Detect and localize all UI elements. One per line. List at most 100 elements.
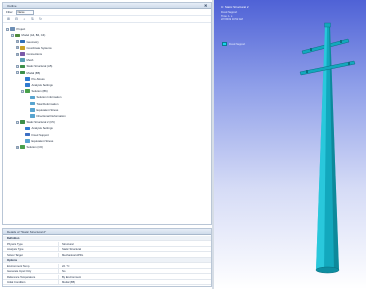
details-value[interactable]: Modal (B5) [59,280,75,284]
expand-icon[interactable]: + [16,145,19,149]
expand-all-icon[interactable]: ⊞ [6,17,11,22]
sort-icon[interactable]: ⇅ [30,17,35,22]
tree-node-label: Analysis Settings [31,83,53,88]
res-icon [30,108,35,112]
details-key: Reference Temperature [3,274,59,279]
collapse-all-icon[interactable]: ⊟ [14,17,19,22]
details-row[interactable]: Solver Target Mechanical APDL [3,252,211,258]
details-row[interactable]: Reference Temperature By Environment [3,274,211,280]
collapse-icon[interactable]: − [16,71,19,75]
graphics-viewport[interactable]: C: Static Structural 2 Fixed Support Tim… [214,0,366,289]
details-key: Options [7,259,18,262]
tree-node-label: Modal (B5) [26,70,41,75]
tree-node[interactable]: Mesh [16,58,33,63]
tree-node[interactable]: Total Deformation [26,101,58,106]
outline-tree: − Project − Model (A4, B4, C4) + Geometry + Coo… [3,25,211,200]
details-key: Definition [7,237,20,240]
close-pane-icon[interactable]: ✖ [204,4,208,8]
tree-node-label: Fixed Support [31,132,49,137]
details-value[interactable]: Static Structural [59,247,81,251]
tree-node[interactable]: − Project [6,27,25,32]
tree-node[interactable]: Fixed Support [21,132,49,137]
details-key: Generate Input Only [3,269,59,273]
refresh-icon[interactable]: ↻ [38,17,43,22]
search-icon[interactable]: ⌕ [22,17,27,22]
tree-node[interactable]: Analysis Settings [21,126,53,131]
details-value[interactable]: Mechanical APDL [59,253,83,257]
details-row[interactable]: Initial Condition Modal (B5) [3,280,211,285]
details-key: Analysis Type [3,247,59,251]
tree-node-label: Pre-Stress [31,76,45,81]
expand-icon[interactable]: + [16,52,19,56]
tree-node-label: Mesh [26,58,34,63]
pole-base [315,266,340,274]
analysis-icon [20,120,25,125]
tree-node-label: Static Structural 2 (C5) [26,120,55,125]
tree-node[interactable]: − Model (A4, B4, C4) [11,33,45,38]
tree-node-label: Analysis Settings [31,126,53,131]
model-icon [15,33,20,38]
details-key: Initial Condition [3,280,59,284]
tree-node-label: Model (A4, B4, C4) [21,33,46,38]
tree-node[interactable]: + Coordinate Systems [16,46,52,51]
details-row[interactable]: Physics Type Structural [3,241,211,247]
expand-icon[interactable]: + [16,40,19,44]
expand-icon[interactable]: + [16,46,19,50]
pole-top-cap [324,22,331,28]
tree-node[interactable]: + Geometry [16,39,39,44]
collapse-icon[interactable]: − [6,27,9,31]
upper-arm-insulator [310,48,312,51]
tree-node[interactable]: Analysis Settings [21,83,53,88]
collapse-icon[interactable]: − [11,33,14,37]
tree-node-label: Project [16,27,26,32]
tree-node[interactable]: − Solution (B6) [21,89,48,94]
details-section-header[interactable]: Definition [3,236,211,241]
tree-node[interactable]: Equivalent Stress [26,108,58,113]
conn-icon [20,52,25,56]
collapse-icon[interactable]: − [21,89,24,93]
tree-node-label: Connections [26,52,43,57]
details-row[interactable]: Environment Temp. 22. °C [3,263,211,269]
details-value[interactable]: By Environment [59,275,81,279]
outline-title-bar: Outline ✖ [3,3,211,9]
tree-node[interactable]: Directional Deformation [26,114,66,119]
upper-arm-insulator [340,40,342,43]
project-icon [10,27,15,32]
details-title: Details of "Static Structural 2" [7,230,47,234]
collapse-icon[interactable]: − [16,120,19,124]
details-section-header[interactable]: Options [3,258,211,263]
details-title-bar: Details of "Static Structural 2" [3,229,211,235]
details-value[interactable]: No [59,269,65,273]
pole-model[interactable] [214,0,366,289]
tree-node[interactable]: Pre-Stress [21,77,45,82]
tree-node-label: Directional Deformation [36,114,66,119]
details-row[interactable]: Analysis Type Static Structural [3,247,211,252]
tree-node[interactable]: − Static Structural 2 (C5) [16,120,55,125]
outline-pane: Outline ✖ Filter Name ⊞ ⊟ ⌕ ⇅ ↻ − Project − Mod… [2,2,212,225]
res-icon [30,114,35,118]
filter-label: Filter [6,10,13,14]
lower-arm-insulator [306,70,308,73]
tree-node[interactable]: + Connections [16,52,42,57]
mesh-icon [20,58,25,63]
tree-node[interactable]: + Solution (C6) [16,145,43,150]
coord-icon [20,46,25,50]
tree-node-label: Static Structural (A5) [26,64,53,69]
details-key: Physics Type [3,241,59,246]
tree-node-label: Coordinate Systems [26,45,52,50]
tree-node[interactable]: − Static Structural (A5) [16,64,52,69]
tree-node[interactable]: Equivalent Stress [21,139,53,144]
tree-node[interactable]: Solution Information [26,95,61,100]
res-icon [25,139,30,143]
details-value[interactable]: 22. °C [59,264,70,268]
tree-node[interactable]: − Modal (B5) [16,70,40,75]
details-key: Environment Temp. [3,263,59,268]
tree-node-label: Geometry [26,39,39,44]
tree-node-label: Total Deformation [36,101,59,106]
sol-icon [20,145,25,149]
collapse-icon[interactable]: − [16,64,19,68]
details-row[interactable]: Generate Input Only No [3,269,211,274]
filter-dropdown[interactable]: Name [15,9,34,15]
outline-title: Outline [7,4,17,8]
details-value[interactable]: Structural [59,242,74,246]
